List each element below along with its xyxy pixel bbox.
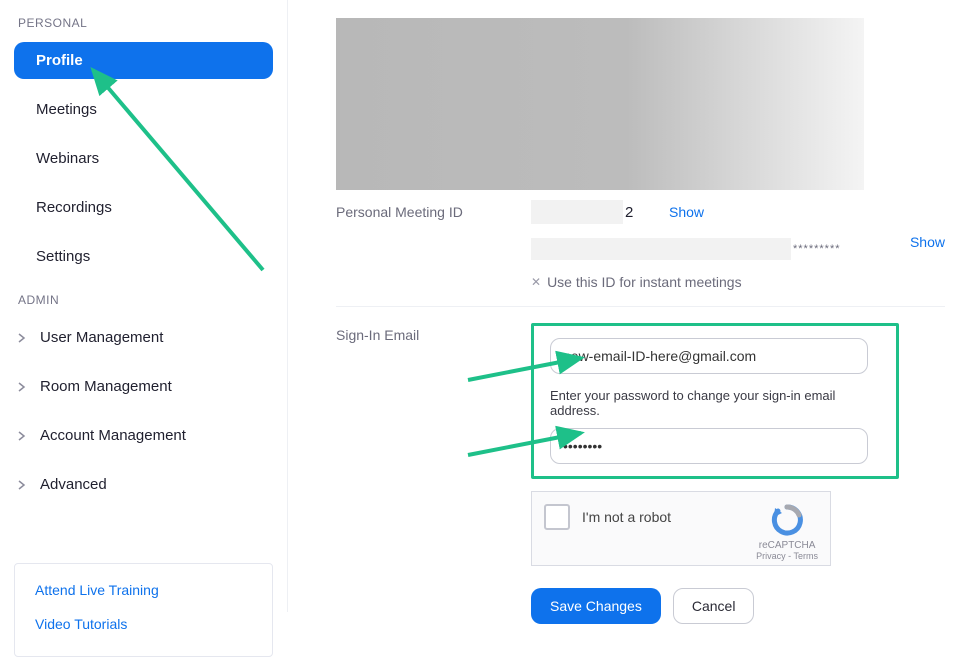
pmi-url-stars: ********* [793,243,841,255]
pmi-visible-digit: 2 [625,204,643,221]
sidebar-item-label: Profile [36,52,83,69]
profile-banner-placeholder [336,18,864,190]
recaptcha-badge: reCAPTCHA Privacy - Terms [756,504,818,561]
chevron-right-icon [18,333,32,343]
sidebar-item-recordings[interactable]: Recordings [14,189,273,226]
recaptcha-icon [769,504,805,536]
recaptcha-terms: Privacy - Terms [756,551,818,561]
help-link-tutorials[interactable]: Video Tutorials [35,616,252,632]
sidebar-item-user-management[interactable]: User Management [14,319,273,356]
sidebar-item-advanced[interactable]: Advanced [14,466,273,503]
admin-nav: User Management Room Management Account … [14,319,273,503]
recaptcha-brand: reCAPTCHA [756,540,818,551]
instant-meetings-hint: Use this ID for instant meetings [547,274,742,290]
sidebar-item-webinars[interactable]: Webinars [14,140,273,177]
row-sign-in-email: Sign-In Email Enter your password to cha… [336,323,945,624]
help-card: Attend Live Training Video Tutorials [14,563,273,657]
email-input[interactable] [550,338,868,374]
sidebar-item-account-management[interactable]: Account Management [14,417,273,454]
chevron-right-icon [18,382,32,392]
sidebar-item-profile[interactable]: Profile [14,42,273,79]
recaptcha-label: I'm not a robot [582,509,671,525]
show-link-url[interactable]: Show [910,234,945,250]
save-changes-button[interactable]: Save Changes [531,588,661,624]
sidebar-item-label: Meetings [36,101,97,118]
personal-header: PERSONAL [18,16,273,30]
pmi-url-masked [531,238,791,260]
admin-header: ADMIN [18,293,273,307]
cancel-button[interactable]: Cancel [673,588,755,624]
value-sign-in-email: Enter your password to change your sign-… [531,323,945,624]
label-sign-in-email: Sign-In Email [336,323,531,624]
chevron-right-icon [18,431,32,441]
sidebar-item-settings[interactable]: Settings [14,238,273,275]
password-hint: Enter your password to change your sign-… [550,388,868,418]
sidebar-item-label: Webinars [36,150,99,167]
sidebar-item-room-management[interactable]: Room Management [14,368,273,405]
pmi-masked-block [531,200,623,224]
section-divider [336,306,945,307]
highlight-box: Enter your password to change your sign-… [531,323,899,479]
sidebar-item-meetings[interactable]: Meetings [14,91,273,128]
main-content: Personal Meeting ID 2 Show ********* Sho… [288,0,965,612]
password-input[interactable] [550,428,868,464]
button-row: Save Changes Cancel [531,588,945,624]
x-icon: ✕ [531,275,541,289]
recaptcha-checkbox[interactable] [544,504,570,530]
sidebar-item-label: Room Management [40,378,172,395]
value-personal-meeting-id: 2 Show ********* Show ✕ Use this ID for … [531,200,945,290]
sidebar-item-label: User Management [40,329,163,346]
sidebar-item-label: Advanced [40,476,107,493]
label-personal-meeting-id: Personal Meeting ID [336,200,531,290]
sidebar-item-label: Recordings [36,199,112,216]
recaptcha-widget: I'm not a robot reCAPTCHA Privacy - Term… [531,491,831,566]
show-link[interactable]: Show [669,204,704,220]
sidebar-item-label: Account Management [40,427,186,444]
chevron-right-icon [18,480,32,490]
sidebar: PERSONAL Profile Meetings Webinars Recor… [0,0,288,612]
row-personal-meeting-id: Personal Meeting ID 2 Show ********* Sho… [336,200,945,290]
help-link-training[interactable]: Attend Live Training [35,582,252,598]
personal-nav: Profile Meetings Webinars Recordings Set… [14,42,273,275]
sidebar-item-label: Settings [36,248,90,265]
